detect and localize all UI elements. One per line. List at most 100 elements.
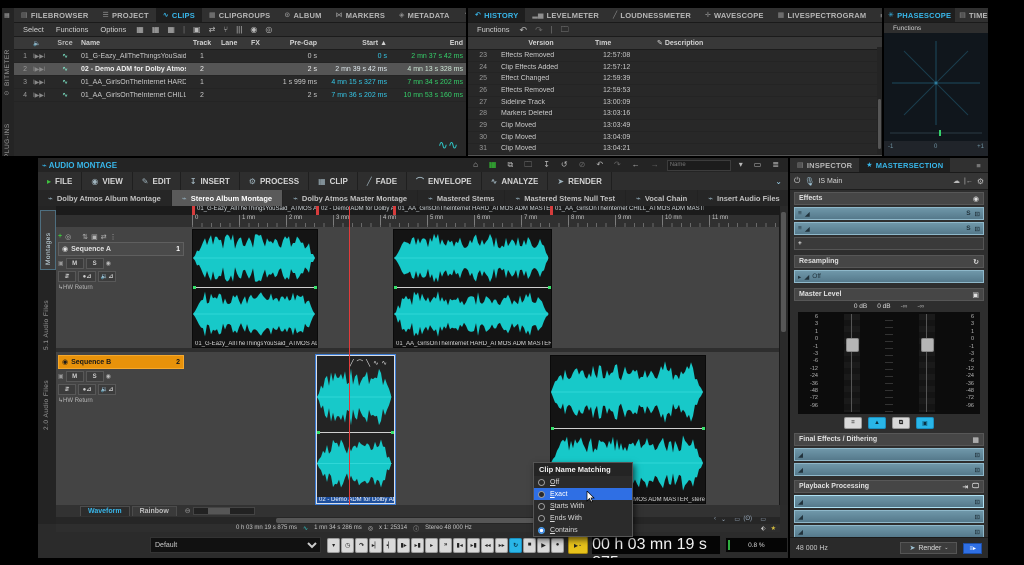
menu-item-off[interactable]: Off [534, 476, 632, 488]
speaker-column-icon[interactable]: 🔈 [30, 40, 52, 47]
clip-row-1[interactable]: 1 I▶▶I ∿ 01_G-Eazy_AllTheThingsYouSaid_A… [14, 50, 466, 63]
zoom-status[interactable]: x 1: 25314 [379, 525, 407, 531]
level-icon[interactable]: ⇵ [58, 384, 76, 395]
panel-menu-icon[interactable]: ≡ [873, 8, 882, 22]
playhead-cursor[interactable] [349, 206, 350, 505]
jog-button[interactable]: » [439, 537, 453, 553]
clips-menu-options[interactable]: Options [95, 24, 131, 35]
menu-insert[interactable]: ↧ INSERT [181, 172, 240, 190]
sync-icon[interactable]: ⊘ [576, 160, 589, 170]
search-icon[interactable]: ◎ [262, 25, 275, 35]
history-menu-functions[interactable]: Functions [472, 24, 515, 35]
playback-cursor-options-button[interactable]: ▸ ⌄ [568, 536, 589, 554]
render-button[interactable]: ➤ Render ⌄ [900, 542, 958, 554]
tab-inspector[interactable]: ▤ INSPECTOR [790, 158, 859, 172]
col-end[interactable]: End [390, 40, 466, 47]
playback-slot-2[interactable]: ◢ ⊡ [794, 510, 984, 523]
doc-tab-dolby-atmos-album[interactable]: ⌁ Dolby Atmos Album Montage [38, 190, 172, 206]
speaker-icon[interactable]: 🔉⊿ [98, 384, 116, 395]
clip-girls-hard[interactable]: 01_AA_GirlsOnTheInternet HARD_ATMOS ADM … [393, 229, 552, 348]
favorite-icon[interactable]: ★ [771, 525, 776, 532]
lock-icon[interactable]: ▣ [58, 373, 64, 380]
lock-icon[interactable]: ▣ [58, 260, 64, 267]
effect-slot-1[interactable]: ≡ ◢ S ⊡ [794, 207, 984, 220]
record-button[interactable]: ● [551, 537, 565, 553]
doc-tab-mastered-stems-null[interactable]: ⌁ Mastered Stems Null Test [505, 190, 626, 206]
prev-marker-button[interactable]: ▮▸ [397, 537, 411, 553]
history-row[interactable]: 29 Clip Moved 13:03:49 [468, 120, 882, 132]
mute-button[interactable]: M [65, 258, 84, 269]
volume-envelope[interactable] [551, 427, 705, 430]
more-icon[interactable]: ⋮ [110, 233, 117, 241]
montage-vscrollbar[interactable] [779, 206, 788, 505]
eye-icon[interactable]: ◉ [973, 195, 979, 203]
volume-envelope[interactable] [317, 431, 394, 434]
tab-clips[interactable]: ∿ CLIPS [155, 8, 202, 22]
routing-icon[interactable]: ▣ [91, 233, 98, 241]
phasescope-menu-functions[interactable]: Functions [888, 24, 926, 33]
scroll-left-icon[interactable]: ‹ [714, 516, 716, 522]
reorder-icon[interactable]: ⇄ [206, 25, 219, 35]
col-lane[interactable]: Lane [218, 40, 248, 47]
resampling-slot[interactable]: ▸ ◢ Off [794, 270, 984, 283]
bypass-slot-icon[interactable]: ⊡ [975, 513, 980, 521]
menu-item-contains[interactable]: Contains [534, 524, 632, 536]
tab-mastersection[interactable]: ★ MASTERSECTION [859, 158, 951, 172]
monitor-mic-icon[interactable]: 🎙 [804, 177, 814, 186]
back-arrow-icon[interactable]: ← [629, 160, 643, 170]
bypass-slot-icon[interactable]: ⊡ [975, 210, 980, 218]
clip-row-4[interactable]: 4 I▶▶I ∿ 01_AA_GirlsOnTheInternet CHILL_… [14, 89, 466, 102]
power-icon[interactable]: ⏻ [794, 176, 800, 186]
stop-button[interactable]: ■ [523, 537, 537, 553]
history-row[interactable]: 26 Effects Removed 12:59:53 [468, 85, 882, 97]
col-srce[interactable]: Srce [52, 40, 78, 47]
zoom-out-icon[interactable]: ⊖ [185, 507, 191, 515]
swap-icon[interactable]: ⇄ [101, 233, 107, 241]
layout-grid-1-icon[interactable]: ▦ [133, 25, 147, 35]
menu-analyze[interactable]: ∿ ANALYZE [482, 172, 549, 190]
tab-clipgroups[interactable]: ▦ CLIPGROUPS [202, 8, 277, 22]
view-tab-waveform[interactable]: Waveform [80, 506, 130, 516]
history-row[interactable]: 23 Effects Removed 12:57:08 [468, 50, 882, 62]
revert-icon[interactable]: ↺ [558, 160, 571, 170]
playback-options-button[interactable]: ▾ [327, 537, 341, 553]
clip-row-2[interactable]: 2 I▶▶I ∿ 02 - Demo ADM for Dolby Atmos M… [14, 63, 466, 76]
home-icon[interactable]: ⌂ [470, 160, 481, 170]
play-from-button[interactable]: ▸▏ [369, 537, 383, 553]
rewind-button[interactable]: ◂◂ [481, 537, 495, 553]
add-effect-button[interactable]: + [794, 237, 984, 250]
open-folder-icon[interactable]: 🗀 [521, 160, 535, 170]
go-to-end-button[interactable]: ▸▮ [467, 537, 481, 553]
tab-metadata[interactable]: ◈ METADATA [392, 8, 457, 22]
focus-icon[interactable]: (ʘ) [743, 516, 752, 522]
view-tab-rainbow[interactable]: Rainbow [131, 506, 177, 516]
doc-tab-insert-audio-files[interactable]: ⌁ Insert Audio Files [698, 190, 788, 206]
history-row[interactable]: 24 Clip Effects Added 12:57:12 [468, 62, 882, 74]
clip-row-3[interactable]: 3 I▶▶I ∿ 01_AA_GirlsOnTheInternet HARD_A… [14, 76, 466, 89]
solo-button[interactable]: S [85, 371, 104, 382]
history-row[interactable]: 28 Markers Deleted 13:03:16 [468, 108, 882, 121]
history-row[interactable]: 25 Effect Changed 12:59:39 [468, 73, 882, 86]
timecode-display[interactable]: 00 h 03 mn 19 s 875 ms [591, 535, 721, 558]
col-track[interactable]: Track [186, 40, 218, 47]
solo-icon[interactable]: S [966, 225, 970, 233]
clips-menu-functions[interactable]: Functions [51, 24, 94, 35]
folder-icon[interactable]: 🗀 [558, 25, 572, 35]
menu-clip[interactable]: ▦ CLIP [309, 172, 358, 190]
mute-button[interactable]: M [65, 371, 84, 382]
loop-button[interactable]: ↻ [509, 537, 523, 553]
split-icon[interactable]: ⑂ [220, 25, 231, 35]
preset-name[interactable]: IS Main [818, 178, 949, 185]
track-name-bar[interactable]: ◉ Sequence A 1 [58, 242, 184, 256]
master-fader-right[interactable] [918, 314, 935, 412]
doc-tab-mastered-stems[interactable]: ⌁ Mastered Stems [418, 190, 506, 206]
bypass-slot-icon[interactable]: ⊡ [975, 225, 980, 233]
record-monitor-icon[interactable]: ●⊿ [78, 384, 96, 395]
resample-icon[interactable]: ↻ [973, 258, 979, 266]
visibility-icon[interactable]: ◉ [247, 25, 260, 35]
transport-preset-select[interactable]: Default [150, 537, 322, 553]
bypass-slot-icon[interactable]: ⊡ [975, 498, 980, 506]
tab-livespectrogram[interactable]: ▦ LIVESPECTROGRAM [771, 8, 874, 22]
undo-icon[interactable]: ↶ [517, 25, 531, 35]
eye-icon[interactable]: ◉ [106, 260, 111, 267]
